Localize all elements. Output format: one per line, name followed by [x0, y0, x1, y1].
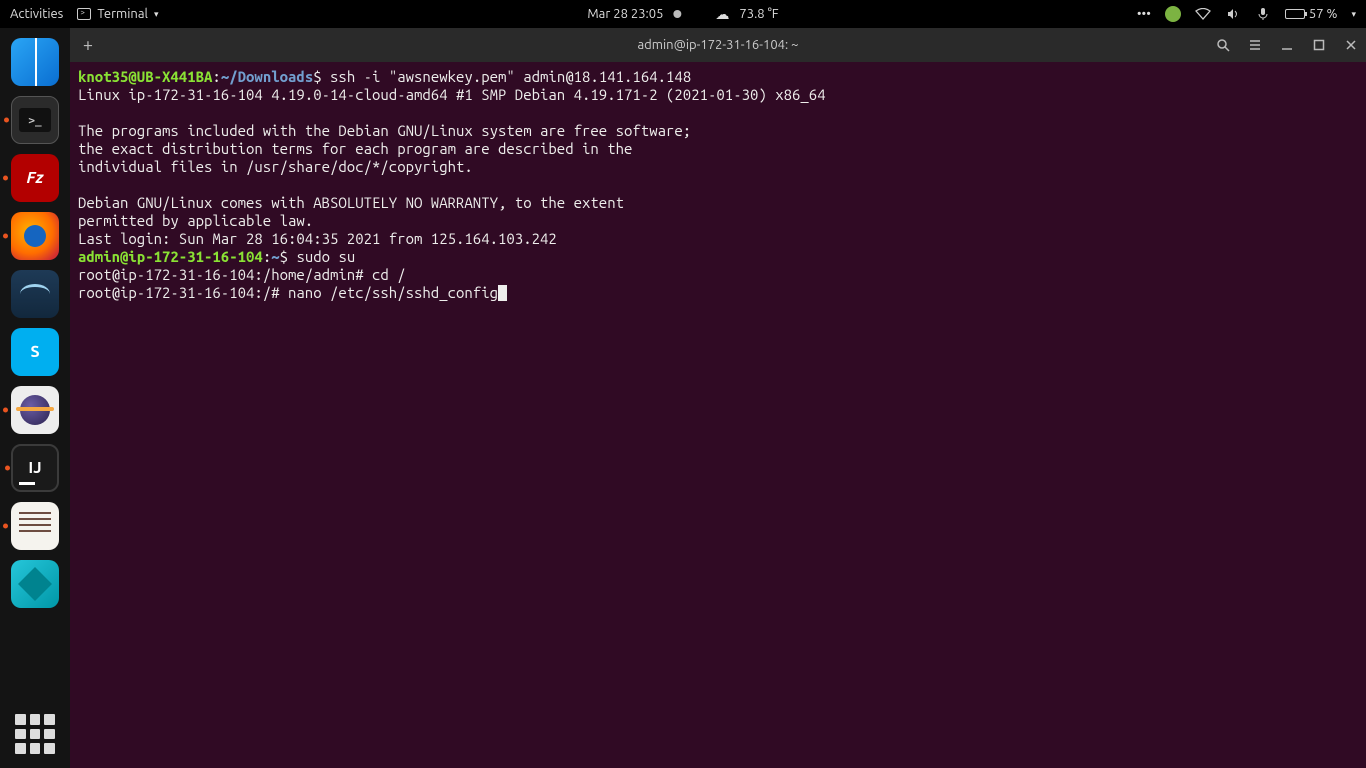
close-button[interactable]	[1344, 38, 1358, 52]
command-text: sudo su	[296, 248, 355, 265]
app-menu-label: Terminal	[97, 7, 148, 21]
output-line: Linux ip-172-31-16-104 4.19.0-14-cloud-a…	[78, 86, 826, 103]
running-indicator-icon	[5, 466, 10, 471]
weather-temp: 73.8 °F	[739, 7, 778, 21]
show-applications-button[interactable]	[15, 714, 55, 754]
prompt-symbol: $	[313, 68, 330, 85]
volume-icon[interactable]	[1225, 6, 1241, 22]
dock-app-eclipse[interactable]	[11, 386, 59, 434]
menu-dots-icon[interactable]: •••	[1137, 7, 1151, 21]
maximize-button[interactable]	[1312, 38, 1326, 52]
dock-app-finder[interactable]	[11, 38, 59, 86]
eclipse-icon	[20, 395, 50, 425]
wifi-icon[interactable]	[1195, 6, 1211, 22]
terminal-output[interactable]: knot35@UB-X441BA:~/Downloads$ ssh -i "aw…	[70, 62, 1366, 768]
running-indicator-icon	[3, 408, 8, 413]
prompt-path: ~/Downloads	[221, 68, 313, 85]
chevron-down-icon: ▾	[154, 9, 159, 20]
battery-indicator[interactable]: 57 %	[1285, 7, 1338, 21]
skype-icon: S	[30, 343, 39, 361]
new-tab-button[interactable]: +	[78, 35, 98, 55]
prompt-user: knot35@UB-X441BA	[78, 68, 212, 85]
hamburger-menu-button[interactable]	[1248, 38, 1262, 52]
dock-app-filezilla[interactable]: Fz	[11, 154, 59, 202]
dock-app-gedit[interactable]	[11, 502, 59, 550]
running-indicator-icon	[3, 176, 8, 181]
prompt-sep: :	[263, 248, 271, 265]
output-line: individual files in /usr/share/doc/*/cop…	[78, 158, 473, 175]
dock-app-firefox[interactable]	[11, 212, 59, 260]
intellij-icon: IJ	[28, 459, 41, 477]
prompt-symbol: $	[280, 248, 297, 265]
prompt-sep: :	[212, 68, 220, 85]
clock-area[interactable]: Mar 28 23:05 ☁ 73.8 °F	[587, 6, 778, 23]
cursor-icon	[498, 285, 507, 301]
window-titlebar: + admin@ip-172-31-16-104: ~	[70, 28, 1366, 62]
dock-app-terminal[interactable]: >_	[11, 96, 59, 144]
running-indicator-icon	[4, 118, 9, 123]
prompt-path: ~	[271, 248, 279, 265]
prompt-user: admin@ip-172-31-16-104	[78, 248, 263, 265]
filezilla-icon: Fz	[26, 169, 43, 187]
weather-icon: ☁	[715, 6, 729, 23]
datetime-label: Mar 28 23:05	[587, 7, 663, 21]
output-line: root@ip-172-31-16-104:/home/admin# cd /	[78, 266, 406, 283]
running-indicator-icon	[3, 524, 8, 529]
dock: >_ Fz S IJ	[0, 28, 70, 768]
microphone-icon[interactable]	[1255, 6, 1271, 22]
battery-icon	[1285, 9, 1305, 19]
app-menu[interactable]: Terminal ▾	[77, 7, 158, 21]
window-title: admin@ip-172-31-16-104: ~	[638, 38, 799, 52]
dolphin-icon	[20, 284, 50, 304]
dock-app-mysql-workbench[interactable]	[11, 270, 59, 318]
sync-status-icon[interactable]	[1165, 6, 1181, 22]
terminal-icon: >_	[19, 108, 51, 132]
terminal-window: + admin@ip-172-31-16-104: ~ knot35@UB-X4…	[70, 28, 1366, 768]
gnome-top-panel: Activities Terminal ▾ Mar 28 23:05 ☁ 73.…	[0, 0, 1366, 28]
activities-button[interactable]: Activities	[10, 7, 63, 21]
command-text: ssh -i "awsnewkey.pem" admin@18.141.164.…	[330, 68, 691, 85]
output-line: Debian GNU/Linux comes with ABSOLUTELY N…	[78, 194, 624, 211]
dock-app-manager[interactable]	[11, 560, 59, 608]
output-line: The programs included with the Debian GN…	[78, 122, 691, 139]
terminal-icon	[77, 8, 91, 20]
notification-dot-icon	[673, 10, 681, 18]
output-line: the exact distribution terms for each pr…	[78, 140, 632, 157]
output-line: permitted by applicable law.	[78, 212, 313, 229]
system-menu-chevron-icon[interactable]: ▾	[1351, 9, 1356, 20]
dock-app-intellij[interactable]: IJ	[11, 444, 59, 492]
battery-percent: 57 %	[1309, 7, 1338, 21]
hexagon-icon	[18, 567, 52, 601]
minimize-button[interactable]	[1280, 38, 1294, 52]
running-indicator-icon	[3, 234, 8, 239]
output-line: Last login: Sun Mar 28 16:04:35 2021 fro…	[78, 230, 557, 247]
search-button[interactable]	[1216, 38, 1230, 52]
output-line: root@ip-172-31-16-104:/# nano /etc/ssh/s…	[78, 284, 498, 301]
dock-app-skype[interactable]: S	[11, 328, 59, 376]
firefox-icon	[24, 225, 46, 247]
